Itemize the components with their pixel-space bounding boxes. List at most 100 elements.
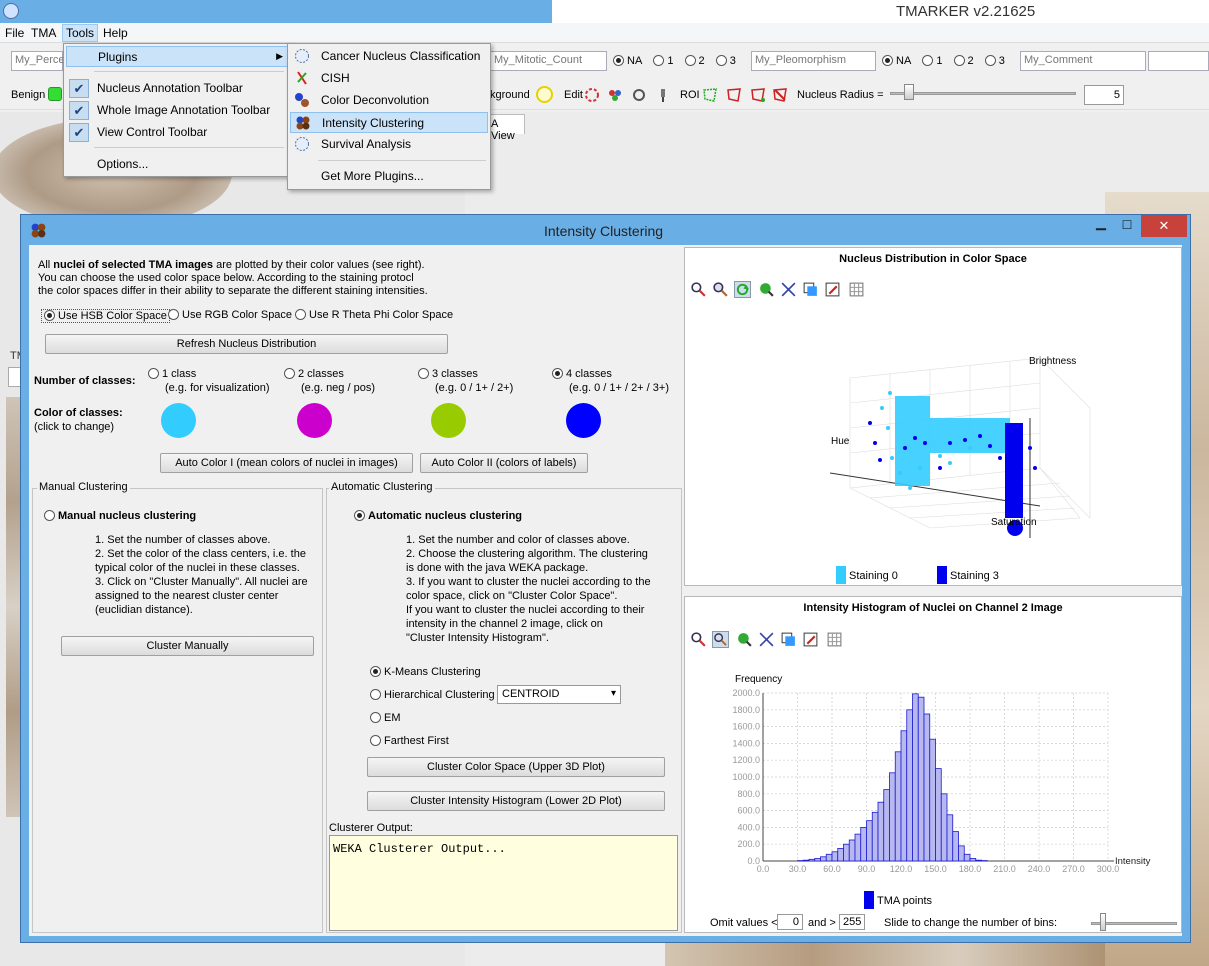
- algo-farthest-first[interactable]: Farthest First: [370, 735, 449, 747]
- histogram-bar: [814, 858, 821, 862]
- plugin-color-deconvolution[interactable]: Color Deconvolution: [290, 90, 488, 111]
- class-color-3[interactable]: [431, 403, 466, 438]
- auto-color-1-button[interactable]: Auto Color I (mean colors of nuclei in i…: [160, 453, 413, 473]
- class-color-2[interactable]: [297, 403, 332, 438]
- refresh-distribution-button[interactable]: Refresh Nucleus Distribution: [45, 334, 448, 354]
- reset-axes-icon[interactable]: [758, 631, 775, 648]
- algo-kmeans[interactable]: K-Means Clustering: [370, 666, 481, 678]
- radio-1[interactable]: [653, 55, 665, 66]
- omit-low-input[interactable]: 0: [777, 914, 803, 930]
- class-2-option[interactable]: 2 classes: [284, 368, 344, 380]
- copy-icon[interactable]: [802, 281, 819, 298]
- edit-group-icon[interactable]: [607, 87, 623, 103]
- histogram-bar: [906, 709, 913, 862]
- roi-freehand-icon[interactable]: [726, 87, 742, 103]
- roi-delete-icon[interactable]: [772, 87, 788, 103]
- plugin-cish[interactable]: CISH: [290, 68, 488, 89]
- pleomorphism-field[interactable]: My_Pleomorphism: [751, 51, 876, 71]
- plot3d-canvas[interactable]: [830, 348, 1130, 538]
- data-table-icon[interactable]: [826, 631, 843, 648]
- bins-slider-thumb[interactable]: [1100, 913, 1106, 931]
- cluster-histogram-button[interactable]: Cluster Intensity Histogram (Lower 2D Pl…: [367, 791, 665, 811]
- zoom-rect-icon[interactable]: [690, 631, 707, 648]
- extra-field[interactable]: [1148, 51, 1209, 71]
- menu-tma[interactable]: TMA: [28, 25, 59, 41]
- plugin-cancer-nucleus[interactable]: Cancer Nucleus Classification: [290, 46, 488, 67]
- data-table-icon[interactable]: [848, 281, 865, 298]
- automatic-panel-title: Automatic Clustering: [329, 481, 435, 493]
- save-icon[interactable]: [824, 281, 841, 298]
- class-1-option[interactable]: 1 class: [148, 368, 196, 380]
- radio-3[interactable]: [984, 55, 996, 66]
- plugin-survival-analysis[interactable]: Survival Analysis: [290, 134, 488, 155]
- radius-slider[interactable]: [890, 92, 1076, 95]
- algo-em[interactable]: EM: [370, 712, 401, 724]
- plugin-get-more[interactable]: Get More Plugins...: [290, 166, 488, 187]
- radio-3[interactable]: [715, 55, 727, 66]
- y-tick-label: 1600.0: [732, 722, 760, 732]
- minimize-button[interactable]: ▁: [1088, 215, 1114, 237]
- radio-rgb[interactable]: Use RGB Color Space: [168, 309, 292, 321]
- histogram-canvas[interactable]: 0.0 200.0 400.0 600.0 800.0 1000.0 1200.0 1400.…: [713, 685, 1153, 875]
- background-color-icon[interactable]: [536, 86, 553, 103]
- benign-color-icon[interactable]: [48, 87, 62, 101]
- tab-tma-view[interactable]: A View: [487, 114, 525, 142]
- radio-na[interactable]: [613, 55, 624, 66]
- automatic-option[interactable]: Automatic nucleus clustering: [354, 510, 522, 522]
- zoom-icon[interactable]: [712, 631, 729, 648]
- auto-color-2-button[interactable]: Auto Color II (colors of labels): [420, 453, 588, 473]
- radius-slider-thumb[interactable]: [904, 84, 914, 100]
- radius-value[interactable]: 5: [1084, 85, 1124, 105]
- copy-icon[interactable]: [780, 631, 797, 648]
- menu-item-label: Options...: [97, 157, 149, 171]
- cluster-manually-button[interactable]: Cluster Manually: [61, 636, 314, 656]
- plugin-intensity-clustering[interactable]: Intensity Clustering: [290, 112, 488, 133]
- roi-add-icon[interactable]: [750, 87, 766, 103]
- class-4-option[interactable]: 4 classes: [552, 368, 612, 380]
- menu-whole-image-toolbar[interactable]: ✔ Whole Image Annotation Toolbar: [66, 100, 288, 121]
- class-3-option[interactable]: 3 classes: [418, 368, 478, 380]
- pan-icon[interactable]: [758, 281, 775, 298]
- rotate-icon[interactable]: [631, 87, 647, 103]
- algo-hierarchical[interactable]: Hierarchical Clustering: [370, 689, 495, 701]
- pan-icon[interactable]: [736, 631, 753, 648]
- radio-2[interactable]: [684, 55, 696, 66]
- comment-field[interactable]: My_Comment: [1020, 51, 1146, 71]
- rotate-icon[interactable]: [734, 281, 751, 298]
- axis-hue: Hue: [831, 436, 850, 447]
- histogram-ylabel: Frequency: [735, 674, 783, 685]
- menu-help[interactable]: Help: [100, 25, 131, 41]
- close-button[interactable]: ✕: [1141, 215, 1187, 237]
- menu-file[interactable]: File: [2, 25, 27, 41]
- zoom-icon[interactable]: [712, 281, 729, 298]
- save-icon[interactable]: [802, 631, 819, 648]
- reset-axes-icon[interactable]: [780, 281, 797, 298]
- menu-tools[interactable]: Tools: [62, 24, 99, 42]
- zoom-rect-icon[interactable]: [690, 281, 707, 298]
- menu-options[interactable]: Options...: [66, 154, 288, 175]
- maximize-button[interactable]: ☐: [1114, 215, 1140, 237]
- cluster-color-space-button[interactable]: Cluster Color Space (Upper 3D Plot): [367, 757, 665, 777]
- hierarchical-link-select[interactable]: CENTROID ▾: [497, 685, 621, 704]
- radio-rthetaphi[interactable]: Use R Theta Phi Color Space: [295, 309, 453, 321]
- menu-nucleus-annotation-toolbar[interactable]: ✔ Nucleus Annotation Toolbar: [66, 78, 288, 99]
- edit-nucleus-icon[interactable]: [584, 87, 600, 103]
- menu-view-control-toolbar[interactable]: ✔ View Control Toolbar: [66, 122, 288, 143]
- radio-2[interactable]: [953, 55, 965, 66]
- omit-high-input[interactable]: 255: [839, 914, 865, 930]
- roi-polygon-icon[interactable]: [702, 87, 718, 103]
- class-color-4[interactable]: [566, 403, 601, 438]
- manual-option[interactable]: Manual nucleus clustering: [44, 510, 196, 522]
- pin-icon[interactable]: [655, 87, 671, 103]
- radio-na[interactable]: [882, 55, 893, 66]
- class-color-1[interactable]: [161, 403, 196, 438]
- menu-plugins[interactable]: Plugins ▶: [66, 46, 288, 67]
- mitotic-count-field[interactable]: My_Mitotic_Count: [490, 51, 607, 71]
- dialog-title: Intensity Clustering: [544, 223, 664, 239]
- percent-field[interactable]: My_Perce: [11, 51, 65, 71]
- radio-1[interactable]: [922, 55, 934, 66]
- histogram-xlabel: Intensity: [1115, 856, 1151, 867]
- plugin-generic-icon: [295, 137, 309, 151]
- clusterer-output-area[interactable]: WEKA Clusterer Output...: [329, 835, 678, 931]
- radio-hsb[interactable]: Use HSB Color Space: [41, 309, 170, 323]
